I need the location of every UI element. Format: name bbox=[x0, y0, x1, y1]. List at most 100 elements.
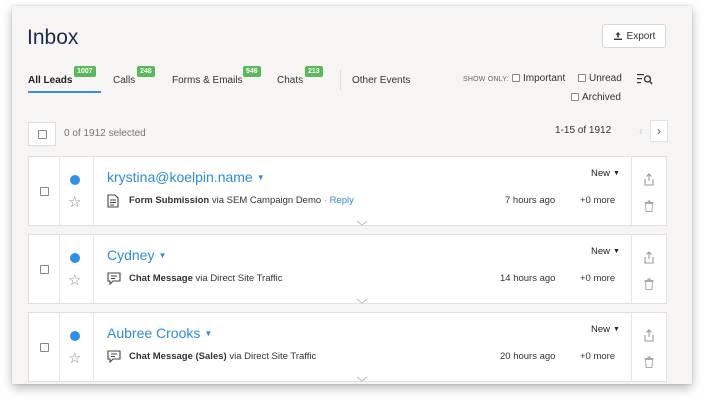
selection-count: 0 of 1912 selected bbox=[64, 128, 146, 139]
lead-card[interactable]: ☆ Aubree Crooks ▼ Chat Message (Sales) vi… bbox=[28, 312, 667, 382]
share-icon[interactable] bbox=[643, 251, 655, 269]
caret-down-icon: ▼ bbox=[204, 329, 213, 338]
count-badge: 1007 bbox=[74, 66, 96, 77]
chat-bubble-icon bbox=[107, 272, 121, 290]
caret-down-icon: ▼ bbox=[158, 251, 167, 260]
lead-checkbox[interactable] bbox=[39, 186, 49, 196]
lead-flags: ☆ bbox=[59, 235, 94, 303]
lead-source: Chat Message (Sales) via Direct Site Tra… bbox=[129, 351, 316, 362]
caret-down-icon: ▼ bbox=[613, 326, 620, 333]
share-icon[interactable] bbox=[643, 329, 655, 347]
status-label: New bbox=[591, 246, 611, 257]
unread-checkbox[interactable] bbox=[578, 74, 586, 82]
lead-checkbox[interactable] bbox=[39, 342, 49, 352]
export-button[interactable]: Export bbox=[602, 24, 666, 48]
source-via: via Direct Site Traffic bbox=[229, 351, 317, 362]
filter-label: Important bbox=[523, 73, 566, 84]
select-all-checkbox[interactable] bbox=[28, 122, 56, 146]
important-checkbox[interactable] bbox=[512, 74, 520, 82]
status-label: New bbox=[591, 324, 611, 335]
trash-icon[interactable] bbox=[644, 277, 654, 295]
active-tab-indicator bbox=[28, 91, 101, 93]
expand-chevron-icon[interactable] bbox=[356, 291, 368, 309]
star-icon[interactable]: ☆ bbox=[68, 195, 81, 210]
lead-card[interactable]: ☆ Cydney ▼ Chat Message via Direct Site T… bbox=[28, 234, 667, 304]
lead-select-cell bbox=[29, 235, 60, 303]
filter-label: Archived bbox=[582, 92, 621, 103]
lead-actions bbox=[631, 235, 666, 303]
more-count[interactable]: +0 more bbox=[580, 195, 615, 206]
source-type: Chat Message (Sales) bbox=[129, 351, 227, 362]
status-dropdown[interactable]: New ▼ bbox=[591, 168, 620, 179]
lead-source: Form Submission via SEM Campaign Demo · … bbox=[129, 195, 354, 206]
lead-actions bbox=[631, 313, 666, 381]
archived-checkbox[interactable] bbox=[571, 93, 579, 101]
expand-chevron-icon[interactable] bbox=[356, 213, 368, 231]
reply-link[interactable]: Reply bbox=[330, 195, 354, 206]
source-via: via SEM Campaign Demo bbox=[211, 195, 322, 206]
lead-time: 14 hours ago bbox=[500, 273, 556, 284]
chat-bubble-icon bbox=[107, 350, 121, 368]
lead-source: Chat Message via Direct Site Traffic bbox=[129, 273, 282, 284]
lead-name: krystina@koelpin.name bbox=[107, 169, 253, 185]
page-title: Inbox bbox=[27, 26, 79, 49]
unread-dot-icon bbox=[70, 253, 80, 263]
tab-label: Forms & Emails bbox=[172, 75, 243, 86]
trash-icon[interactable] bbox=[644, 355, 654, 373]
star-icon[interactable]: ☆ bbox=[68, 351, 81, 366]
star-icon[interactable]: ☆ bbox=[68, 273, 81, 288]
advanced-filter-icon[interactable] bbox=[637, 72, 653, 90]
chevron-left-icon: ‹ bbox=[639, 124, 643, 138]
status-dropdown[interactable]: New ▼ bbox=[591, 324, 620, 335]
checkbox-square bbox=[37, 129, 47, 139]
caret-down-icon: ▼ bbox=[256, 173, 265, 182]
lead-flags: ☆ bbox=[59, 157, 94, 225]
pagination-range: 1-15 of 1912 bbox=[555, 125, 612, 136]
lead-actions bbox=[631, 157, 666, 225]
lead-name-link[interactable]: krystina@koelpin.name ▼ bbox=[107, 169, 265, 185]
expand-chevron-icon[interactable] bbox=[356, 369, 368, 384]
filter-important[interactable]: Important bbox=[512, 73, 565, 84]
lead-name: Aubree Crooks bbox=[107, 325, 201, 341]
lead-select-cell bbox=[29, 157, 60, 225]
unread-dot-icon bbox=[70, 331, 80, 341]
inbox-window: Inbox Export All Leads 1007 Calls 248 Fo… bbox=[12, 6, 692, 384]
status-label: New bbox=[591, 168, 611, 179]
source-type: Chat Message bbox=[129, 273, 193, 284]
unread-dot-icon bbox=[70, 175, 80, 185]
lead-name-link[interactable]: Cydney ▼ bbox=[107, 247, 166, 263]
count-badge: 546 bbox=[243, 66, 261, 77]
tab-calls[interactable]: Calls 248 bbox=[113, 66, 155, 86]
lead-card[interactable]: ☆ krystina@koelpin.name ▼ Form Submission… bbox=[28, 156, 667, 226]
tab-other-events[interactable]: Other Events bbox=[352, 75, 410, 86]
lead-name: Cydney bbox=[107, 247, 155, 263]
form-document-icon bbox=[107, 194, 119, 213]
previous-page-button[interactable]: ‹ bbox=[632, 120, 650, 142]
chevron-right-icon: › bbox=[657, 124, 661, 138]
next-page-button[interactable]: › bbox=[650, 120, 668, 142]
status-dropdown[interactable]: New ▼ bbox=[591, 246, 620, 257]
count-badge: 248 bbox=[137, 66, 155, 77]
tab-label: All Leads bbox=[28, 75, 73, 86]
tab-label: Other Events bbox=[352, 75, 411, 86]
export-label: Export bbox=[626, 30, 656, 42]
tab-label: Chats bbox=[277, 75, 304, 86]
filter-unread[interactable]: Unread bbox=[578, 73, 622, 84]
tab-all-leads[interactable]: All Leads 1007 bbox=[28, 66, 96, 86]
tab-chats[interactable]: Chats 213 bbox=[277, 66, 323, 86]
export-icon bbox=[613, 31, 623, 41]
lead-name-link[interactable]: Aubree Crooks ▼ bbox=[107, 325, 212, 341]
lead-select-cell bbox=[29, 313, 60, 381]
source-via: via Direct Site Traffic bbox=[195, 273, 283, 284]
filter-archived[interactable]: Archived bbox=[571, 92, 621, 103]
lead-time: 20 hours ago bbox=[500, 351, 556, 362]
more-count[interactable]: +0 more bbox=[580, 273, 615, 284]
lead-flags: ☆ bbox=[59, 313, 94, 381]
caret-down-icon: ▼ bbox=[613, 170, 620, 177]
source-type: Form Submission bbox=[129, 195, 210, 206]
more-count[interactable]: +0 more bbox=[580, 351, 615, 362]
trash-icon[interactable] bbox=[644, 199, 654, 217]
share-icon[interactable] bbox=[643, 173, 655, 191]
lead-checkbox[interactable] bbox=[39, 264, 49, 274]
tab-forms-emails[interactable]: Forms & Emails 546 bbox=[172, 66, 261, 86]
